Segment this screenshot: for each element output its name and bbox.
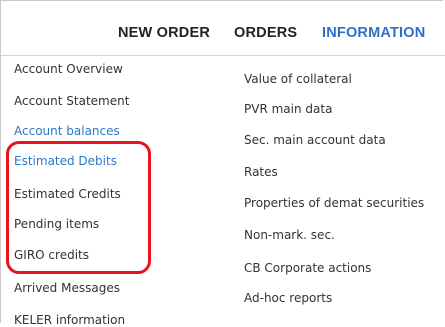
menu-item-properties-demat-securities[interactable]: Properties of demat securities [244,196,424,210]
menu-item-cb-corporate-actions[interactable]: CB Corporate actions [244,261,371,275]
menu-item-pending-items[interactable]: Pending items [14,217,99,231]
menu-item-sec-main-account-data[interactable]: Sec. main account data [244,133,386,147]
menu-item-giro-credits[interactable]: GIRO credits [14,248,89,262]
menu-item-pvr-main-data[interactable]: PVR main data [244,102,332,116]
menu-item-estimated-debits[interactable]: Estimated Debits [14,154,117,168]
menu-item-ad-hoc-reports[interactable]: Ad-hoc reports [244,291,332,305]
menu-item-rates[interactable]: Rates [244,165,278,179]
nav-orders[interactable]: ORDERS [234,25,297,41]
menu-panel: NEW ORDER ORDERS INFORMATION Account Ove… [0,0,445,327]
top-navigation: NEW ORDER ORDERS INFORMATION [1,1,445,56]
menu-item-arrived-messages[interactable]: Arrived Messages [14,281,120,295]
menu-item-account-statement[interactable]: Account Statement [14,94,129,108]
menu-item-account-overview[interactable]: Account Overview [14,62,123,76]
menu-item-estimated-credits[interactable]: Estimated Credits [14,187,121,201]
menu-item-non-mark-sec[interactable]: Non-mark. sec. [244,228,335,242]
nav-new-order[interactable]: NEW ORDER [118,25,210,41]
nav-information[interactable]: INFORMATION [322,25,425,41]
menu-item-value-of-collateral[interactable]: Value of collateral [244,72,352,86]
menu-item-account-balances[interactable]: Account balances [14,124,120,138]
